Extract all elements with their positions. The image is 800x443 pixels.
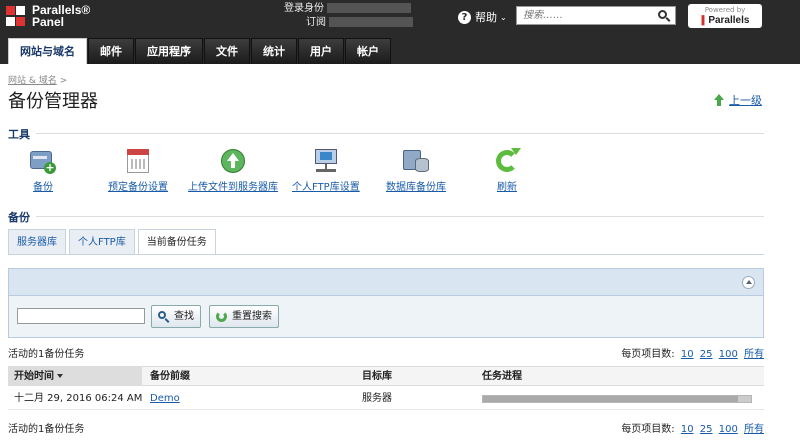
task-count-bottom: 活动的1备份任务	[8, 424, 85, 435]
collapse-icon[interactable]	[742, 276, 755, 289]
row-target: 服务器	[362, 393, 392, 404]
top-header: Parallels® Panel 登录身份 订阅 ? 帮助 ⌄ Powered …	[0, 0, 800, 64]
per-page-label: 每页项目数:	[621, 424, 675, 435]
per-page-top: 每页项目数: 10 25 100 所有	[621, 345, 764, 360]
per-page-100[interactable]: 100	[719, 424, 738, 435]
main-tabs: 网站与域名 邮件 应用程序 文件 统计 用户 帐户	[8, 38, 392, 64]
powered-by-label: Powered by	[704, 6, 746, 14]
help-menu[interactable]: ? 帮助 ⌄	[458, 9, 507, 25]
sort-down-icon	[57, 374, 63, 378]
tool-backup[interactable]: + 备份	[30, 148, 56, 193]
filter-search-input[interactable]	[17, 308, 145, 324]
tool-schedule[interactable]: 预定备份设置	[108, 148, 168, 193]
tab-applications[interactable]: 应用程序	[135, 38, 203, 64]
parallels-logo-icon	[6, 4, 28, 28]
tool-database[interactable]: 数据库备份库	[386, 148, 446, 193]
tool-ftp-settings-label: 个人FTP库设置	[292, 182, 360, 193]
backup-tabs: 服务器库 个人FTP库 当前备份任务	[8, 229, 219, 255]
powered-brand: Parallels	[708, 15, 750, 26]
tab-statistics[interactable]: 统计	[251, 38, 297, 64]
per-page-all[interactable]: 所有	[744, 424, 764, 435]
tools-divider	[36, 133, 764, 134]
chevron-down-icon: ⌄	[500, 12, 507, 22]
search-icon	[157, 310, 170, 323]
task-progress-fill	[483, 396, 738, 402]
upload-icon	[220, 148, 246, 174]
filter-panel: 查找 重置搜索	[8, 296, 764, 338]
schedule-icon	[125, 148, 151, 174]
column-backup-prefix[interactable]: 备份前缀	[150, 367, 190, 386]
tab-server-repository[interactable]: 服务器库	[8, 229, 66, 254]
reset-icon	[215, 310, 228, 323]
redacted-username	[327, 3, 412, 13]
per-page-bottom: 每页项目数: 10 25 100 所有	[621, 420, 764, 435]
tab-users[interactable]: 用户	[298, 38, 344, 64]
per-page-100[interactable]: 100	[719, 349, 738, 360]
per-page-10[interactable]: 10	[681, 349, 694, 360]
up-level-link[interactable]: 上一级	[714, 92, 762, 108]
table-row: 十二月 29, 2016 06:24 AM Demo 服务器	[8, 388, 764, 410]
redacted-subscription	[329, 17, 414, 27]
row-start-time: 十二月 29, 2016 06:24 AM	[14, 393, 143, 404]
row-backup-prefix-link[interactable]: Demo	[150, 388, 180, 410]
tool-refresh-label: 刷新	[497, 182, 517, 193]
per-page-label: 每页项目数:	[621, 349, 675, 360]
search-button-label: 查找	[174, 311, 194, 322]
tool-backup-label: 备份	[33, 182, 53, 193]
tool-refresh[interactable]: 刷新	[494, 148, 521, 193]
task-table-header: 开始时间 备份前缀 目标库 任务进程	[8, 366, 764, 386]
tab-personal-ftp[interactable]: 个人FTP库	[69, 229, 135, 254]
tab-account[interactable]: 帐户	[345, 38, 391, 64]
per-page-all[interactable]: 所有	[744, 349, 764, 360]
search-icon[interactable]	[658, 10, 667, 19]
tool-upload[interactable]: 上传文件到服务器库	[188, 148, 278, 193]
breadcrumb: 网站 & 域名 >	[8, 73, 67, 86]
tabs-divider	[8, 254, 764, 255]
help-icon: ?	[458, 10, 471, 24]
tab-current-tasks[interactable]: 当前备份任务	[137, 229, 216, 255]
per-page-25[interactable]: 25	[700, 424, 713, 435]
help-label: 帮助	[475, 11, 497, 24]
task-count-top: 活动的1备份任务	[8, 349, 85, 360]
up-arrow-icon	[714, 94, 726, 106]
ftp-settings-icon	[313, 148, 339, 174]
tab-files[interactable]: 文件	[204, 38, 250, 64]
column-progress[interactable]: 任务进程	[482, 367, 522, 386]
tool-upload-label: 上传文件到服务器库	[188, 182, 278, 193]
tools-heading: 工具	[8, 128, 30, 141]
refresh-icon	[494, 148, 521, 174]
breadcrumb-separator: >	[59, 76, 68, 86]
tool-ftp-settings[interactable]: 个人FTP库设置	[292, 148, 360, 193]
tab-mail[interactable]: 邮件	[88, 38, 134, 64]
column-start-time[interactable]: 开始时间	[8, 367, 142, 386]
database-icon	[403, 148, 429, 174]
tab-websites-domains[interactable]: 网站与域名	[8, 38, 87, 64]
reset-button-label: 重置搜索	[232, 311, 272, 322]
per-page-10[interactable]: 10	[681, 424, 694, 435]
filter-panel-header	[8, 268, 764, 296]
tools-bar: + 备份 预定备份设置 上传文件到服务器库 个人FTP库设置 数据库备份库 刷新	[20, 148, 560, 196]
logo-line2: Panel	[32, 15, 65, 29]
backup-divider	[36, 216, 764, 217]
breadcrumb-websites[interactable]: 网站 & 域名	[8, 76, 57, 86]
up-level-label: 上一级	[729, 94, 762, 107]
powered-by-badge[interactable]: Powered by ∥ Parallels	[688, 4, 762, 28]
subscription-label: 订阅	[306, 17, 326, 28]
global-search	[516, 6, 676, 25]
reset-search-button[interactable]: 重置搜索	[209, 305, 279, 328]
backup-icon: +	[30, 148, 56, 174]
task-progress-bar	[482, 395, 752, 403]
global-search-input[interactable]	[517, 7, 647, 24]
tool-schedule-label: 预定备份设置	[108, 182, 168, 193]
page-title: 备份管理器	[8, 91, 98, 112]
backup-heading: 备份	[8, 211, 30, 224]
tool-database-label: 数据库备份库	[386, 182, 446, 193]
column-start-time-label: 开始时间	[14, 371, 54, 382]
per-page-25[interactable]: 25	[700, 349, 713, 360]
search-button[interactable]: 查找	[151, 305, 201, 328]
login-info: 登录身份 订阅	[284, 2, 414, 30]
login-label: 登录身份	[284, 3, 324, 14]
parallels-logo[interactable]: Parallels® Panel	[6, 4, 90, 28]
column-target[interactable]: 目标库	[362, 367, 392, 386]
